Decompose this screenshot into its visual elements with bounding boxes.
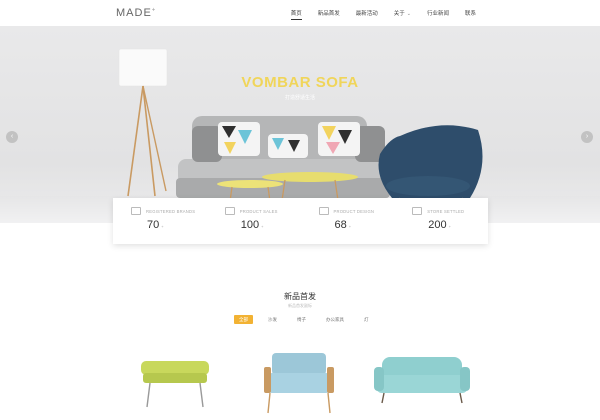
nav-item-home[interactable]: 首页 (283, 9, 310, 20)
stat-stores: STORE SETTLED 200 + (394, 198, 488, 244)
chevron-down-icon: ⌄ (406, 11, 411, 17)
category-tabs: 全部 沙发 椅子 办公家具 灯 (234, 315, 374, 324)
stat-number: 68 (334, 219, 347, 231)
stat-number: 100 (240, 219, 260, 231)
floor-lamp (118, 48, 168, 197)
stat-value: 70 + (147, 219, 164, 231)
stat-value: 68 + (335, 219, 352, 231)
section-title: 新品首发 (284, 292, 316, 301)
tab-chair[interactable]: 椅子 (292, 315, 311, 324)
product-ottoman[interactable] (141, 361, 209, 408)
product-grid (141, 353, 470, 414)
nav-label: 关于 (393, 11, 405, 17)
nav-label: 最新活动 (355, 11, 378, 17)
top-header: MADE+ 首页 新品首发 最新活动 关于 ⌄ 行业新闻 联系 (0, 0, 600, 26)
sofa (176, 116, 390, 198)
tab-lamp[interactable]: 灯 (359, 315, 374, 324)
truck-icon (224, 207, 235, 215)
nav-label: 新品首发 (317, 11, 340, 17)
stat-sales: PRODUCT SALES 100 + (207, 198, 301, 244)
stat-number: 200 (428, 219, 447, 231)
chevron-right-icon[interactable]: › (581, 131, 593, 143)
logo-text: MADE (116, 7, 152, 19)
stat-label: PRODUCT SALES (239, 209, 278, 214)
nav-item-about[interactable]: 关于 ⌄ (386, 9, 419, 17)
product-armchair[interactable] (264, 353, 334, 414)
hero-title: VOMBAR SOFA (241, 74, 359, 91)
document-icon (318, 207, 329, 215)
stat-unit: + (161, 224, 164, 229)
stat-label: REGISTERED BRANDS (146, 209, 196, 214)
stat-brands: REGISTERED BRANDS 70 + (113, 198, 207, 244)
stat-value: 200 + (428, 219, 451, 231)
tab-all[interactable]: 全部 (234, 315, 253, 324)
stat-number: 70 (147, 219, 160, 231)
logo-mark: + (151, 7, 157, 14)
logo[interactable]: MADE+ (116, 7, 156, 19)
nav-item-activities[interactable]: 最新活动 (348, 9, 386, 17)
stat-unit: + (448, 224, 451, 229)
section-subtitle: 新品首发副标 (288, 303, 312, 308)
page: MADE+ 首页 新品首发 最新活动 关于 ⌄ 行业新闻 联系 VOMBAR S… (0, 0, 600, 420)
hero-banner[interactable]: VOMBAR SOFA 打造舒适生活 ‹ › (0, 26, 600, 223)
nav-item-new-products[interactable]: 新品首发 (310, 9, 348, 17)
car-icon (131, 207, 141, 215)
nav-label: 首页 (290, 11, 302, 17)
tab-office-furniture[interactable]: 办公家具 (321, 315, 349, 324)
hero-subtitle: 打造舒适生活 (284, 95, 315, 101)
main-nav: 首页 新品首发 最新活动 关于 ⌄ 行业新闻 联系 (283, 9, 484, 20)
product-loveseat[interactable] (374, 357, 470, 404)
stats-card: REGISTERED BRANDS 70 + PRODUCT SALES 100 +… (113, 198, 488, 244)
nav-label: 联系 (464, 11, 476, 17)
stat-label: PRODUCT DESIGN (333, 209, 375, 214)
hero-illustration (118, 48, 483, 217)
nav-item-news[interactable]: 行业新闻 (419, 9, 457, 17)
tab-sofa[interactable]: 沙发 (263, 315, 282, 324)
stat-unit: + (348, 224, 352, 229)
store-icon (412, 207, 423, 215)
stat-design: PRODUCT DESIGN 68 + (301, 198, 395, 244)
stat-value: 100 + (241, 219, 264, 231)
chevron-left-icon[interactable]: ‹ (6, 131, 18, 143)
stat-unit: + (261, 224, 264, 229)
nav-item-contact[interactable]: 联系 (457, 9, 484, 17)
nav-label: 行业新闻 (426, 11, 449, 17)
stat-label: STORE SETTLED (427, 209, 465, 214)
